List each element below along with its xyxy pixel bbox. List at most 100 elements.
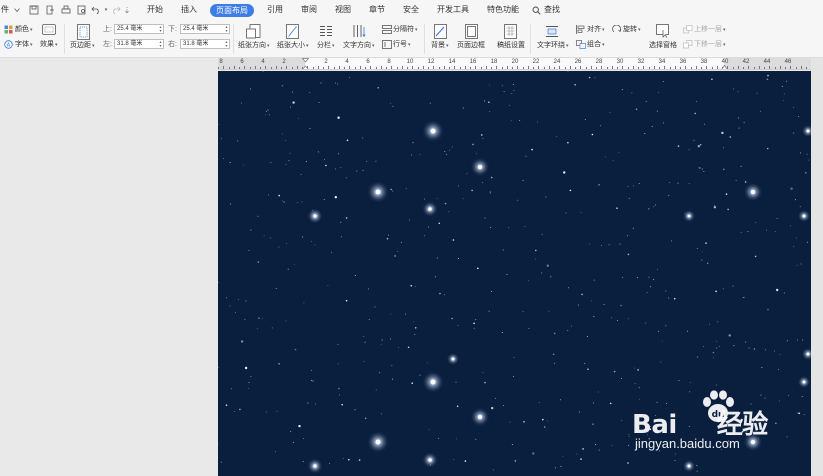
- star: [733, 88, 735, 90]
- orientation-button[interactable]: 纸张方向▾: [238, 41, 270, 51]
- theme-effects-button[interactable]: 效果▾: [40, 40, 58, 50]
- paper-size-label: 纸张大小: [277, 42, 305, 49]
- print-preview-icon[interactable]: [74, 0, 90, 20]
- tab-section[interactable]: 章节: [360, 0, 394, 20]
- tab-developer-tools[interactable]: 开发工具: [428, 0, 478, 20]
- undo-icon[interactable]: [90, 0, 102, 20]
- right-margin-spinner[interactable]: ▴ ▾: [224, 40, 229, 48]
- right-margin-input[interactable]: 31.8 毫米 ▴ ▾: [180, 39, 230, 49]
- star: [229, 203, 231, 205]
- tab-review[interactable]: 审阅: [292, 0, 326, 20]
- star: [716, 340, 717, 342]
- star: [568, 287, 570, 289]
- text-direction-button[interactable]: 文字方向▾: [343, 41, 375, 51]
- bright-star: [430, 379, 436, 385]
- file-menu[interactable]: 件: [0, 0, 12, 20]
- star: [766, 78, 769, 81]
- right-indent-marker-icon[interactable]: [721, 65, 728, 70]
- star: [797, 339, 798, 341]
- star: [658, 91, 660, 93]
- rotate-button[interactable]: 旋转▾: [623, 25, 641, 35]
- columns-icon: [320, 26, 332, 36]
- undo-dropdown-icon[interactable]: ▾: [102, 0, 110, 20]
- search-label[interactable]: 查找: [542, 0, 562, 20]
- margins-button[interactable]: 页边距▾: [70, 41, 95, 51]
- star: [524, 225, 526, 227]
- columns-button[interactable]: 分栏▾: [317, 41, 335, 51]
- star: [735, 180, 737, 182]
- send-backward-button[interactable]: 下移一层▾: [694, 40, 726, 50]
- ruler-tick: [250, 67, 251, 69]
- ruler-number: 28: [595, 59, 603, 65]
- search-icon[interactable]: [530, 0, 542, 20]
- star: [796, 264, 798, 266]
- star: [637, 369, 639, 371]
- page-borders-button[interactable]: 页面边框: [457, 41, 485, 50]
- star: [481, 134, 483, 136]
- line-numbers-button[interactable]: 行号▾: [393, 40, 411, 50]
- background-button[interactable]: 背景▾: [431, 41, 449, 51]
- manuscript-paper-button[interactable]: 稿纸设置: [497, 41, 525, 50]
- star: [657, 330, 659, 332]
- horizontal-ruler[interactable]: 8 6 4 2 2 4 6 8 10 12 14 16 18 20 22 24 26 28 30 32 34 36 38 40…: [218, 58, 811, 70]
- tab-special-features[interactable]: 特色功能: [478, 0, 528, 20]
- tab-insert[interactable]: 插入: [172, 0, 206, 20]
- output-icon[interactable]: [42, 0, 58, 20]
- ruler-tick: [675, 66, 676, 69]
- star: [591, 133, 594, 136]
- theme-fonts-button[interactable]: 字体▾: [15, 40, 33, 50]
- left-margin-input[interactable]: 31.8 毫米 ▴ ▾: [114, 39, 164, 49]
- bottom-margin-spinner[interactable]: ▴ ▾: [224, 25, 229, 33]
- paper-size-button[interactable]: 纸张大小▾: [277, 41, 309, 51]
- star: [298, 424, 301, 428]
- star: [476, 153, 477, 155]
- tab-page-layout[interactable]: 页面布局: [210, 3, 254, 17]
- group-button[interactable]: 组合▾: [587, 40, 605, 50]
- text-wrap-button[interactable]: 文字环绕▾: [537, 41, 569, 51]
- ruler-tick: [570, 66, 571, 69]
- star: [335, 168, 336, 170]
- print-icon[interactable]: [58, 0, 74, 20]
- tab-start[interactable]: 开始: [138, 0, 172, 20]
- star: [301, 201, 303, 203]
- selection-pane-button[interactable]: 选择窗格: [649, 41, 677, 50]
- star: [697, 356, 699, 358]
- top-margin-spinner[interactable]: ▴ ▾: [158, 25, 163, 33]
- ruler-tick: [381, 66, 382, 69]
- star: [552, 353, 555, 356]
- breaks-button[interactable]: 分隔符▾: [393, 25, 418, 35]
- align-button[interactable]: 对齐▾: [587, 25, 605, 35]
- tab-view[interactable]: 视图: [326, 0, 360, 20]
- star: [320, 82, 322, 84]
- save-icon[interactable]: [26, 0, 42, 20]
- margins-icon: [77, 24, 90, 40]
- star: [550, 275, 552, 277]
- chevron-down-icon[interactable]: [12, 0, 22, 20]
- star: [570, 325, 572, 327]
- indent-marker-icon[interactable]: [302, 58, 309, 70]
- star: [444, 150, 446, 152]
- star: [283, 201, 285, 203]
- redo-icon[interactable]: [110, 0, 122, 20]
- star: [390, 102, 392, 104]
- customize-toolbar-icon[interactable]: ⇣: [122, 0, 132, 20]
- ruler-tick: [449, 67, 450, 69]
- star: [226, 297, 228, 299]
- tab-references[interactable]: 引用: [258, 0, 292, 20]
- theme-colors-button[interactable]: 颜色▾: [15, 25, 33, 35]
- ruler-tick: [743, 67, 744, 69]
- tab-security[interactable]: 安全: [394, 0, 428, 20]
- star: [510, 119, 512, 121]
- star: [502, 405, 504, 406]
- star: [600, 125, 602, 127]
- bring-forward-button[interactable]: 上移一层▾: [694, 25, 726, 35]
- star: [519, 120, 521, 121]
- ruler-tick: [397, 67, 398, 69]
- star: [392, 190, 394, 192]
- left-margin-spinner[interactable]: ▴ ▾: [158, 40, 163, 48]
- document-page[interactable]: du Bai 经验 jingyan.baidu.com: [218, 71, 811, 476]
- ruler-tick: [260, 67, 261, 69]
- top-margin-input[interactable]: 25.4 毫米 ▴ ▾: [114, 24, 164, 34]
- bottom-margin-input[interactable]: 25.4 毫米 ▴ ▾: [180, 24, 230, 34]
- ruler-tick: [659, 67, 660, 69]
